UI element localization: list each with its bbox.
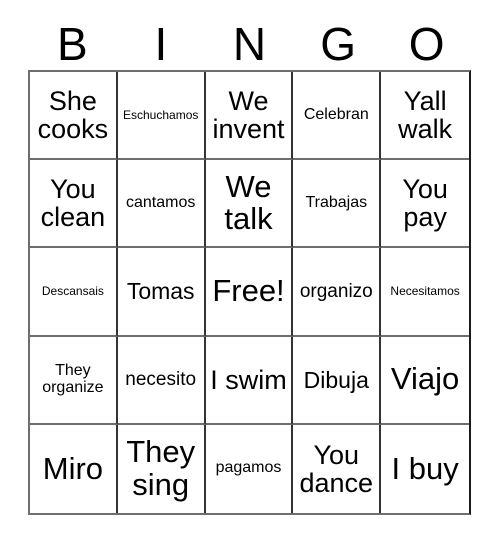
bingo-header-row: B I N G O <box>28 18 471 70</box>
bingo-cell[interactable]: Celebran <box>293 72 382 161</box>
bingo-cell[interactable]: Viajo <box>381 336 469 425</box>
bingo-cell-text: You pay <box>402 173 448 233</box>
bingo-cell[interactable]: necesito <box>117 336 206 425</box>
bingo-card: B I N G O She cooks Eschuchamos We inven… <box>0 0 500 544</box>
bingo-cell-text: We talk <box>224 168 273 237</box>
bingo-cell-text: Tomas <box>126 278 195 305</box>
bingo-cell[interactable]: Eschuchamos <box>117 72 206 161</box>
bingo-cell[interactable]: I buy <box>381 424 469 513</box>
bingo-cell-text: You clean <box>40 173 106 233</box>
header-letter-b: B <box>56 18 88 70</box>
bingo-cell-text: Celebran <box>303 105 369 123</box>
bingo-cell[interactable]: organizo <box>293 248 382 337</box>
bingo-cell[interactable]: cantamos <box>117 160 206 249</box>
bingo-cell[interactable]: I swim <box>205 336 294 425</box>
bingo-cell[interactable]: Descansais <box>30 248 118 337</box>
bingo-cell[interactable]: pagamos <box>205 424 294 513</box>
header-letter-i: I <box>154 18 168 70</box>
bingo-cell[interactable]: Miro <box>30 424 118 513</box>
header-letter-n: N <box>232 18 267 70</box>
bingo-cell-text: necesito <box>125 368 197 390</box>
bingo-cell-text: cantamos <box>126 193 196 211</box>
bingo-cell[interactable]: Tomas <box>117 248 206 337</box>
bingo-cell[interactable]: They organize <box>30 336 118 425</box>
bingo-cell-text: Dibuja <box>303 366 369 393</box>
bingo-cell[interactable]: They sing <box>117 424 206 513</box>
bingo-cell-text: They sing <box>126 434 196 502</box>
bingo-cell[interactable]: Necesitamos <box>381 248 469 337</box>
bingo-cell[interactable]: You pay <box>381 160 469 249</box>
bingo-cell[interactable]: Dibuja <box>293 336 382 425</box>
bingo-cell[interactable]: She cooks <box>30 72 118 161</box>
bingo-cell-text: They organize <box>42 361 104 396</box>
bingo-grid: She cooks Eschuchamos We invent Celebran… <box>28 70 471 515</box>
bingo-cell-text: Trabajas <box>305 193 368 211</box>
bingo-cell-text: You dance <box>299 439 374 498</box>
bingo-cell[interactable]: Yall walk <box>381 72 469 161</box>
bingo-cell-text: I swim <box>210 364 287 395</box>
bingo-cell-text: Descansais <box>41 284 104 299</box>
bingo-cell-text: Miro <box>42 450 104 486</box>
header-letter-o: O <box>408 18 445 70</box>
bingo-cell-text: Viajo <box>390 361 460 397</box>
bingo-cell-text: She cooks <box>37 85 109 145</box>
bingo-cell[interactable]: Trabajas <box>293 160 382 249</box>
bingo-cell-free-space[interactable]: Free! <box>205 248 294 337</box>
header-letter-g: G <box>320 18 356 70</box>
bingo-cell-text: I buy <box>391 450 459 486</box>
bingo-cell-text: pagamos <box>215 459 282 477</box>
bingo-cell-text: organizo <box>299 280 373 302</box>
bingo-cell-text: Necesitamos <box>390 284 460 299</box>
bingo-cell[interactable]: You dance <box>293 424 382 513</box>
bingo-cell[interactable]: We invent <box>205 72 294 161</box>
bingo-cell-text: Free! <box>212 273 285 309</box>
bingo-cell[interactable]: You clean <box>30 160 118 249</box>
bingo-cell-text: We invent <box>212 85 285 145</box>
bingo-cell-text: Yall walk <box>398 85 453 145</box>
bingo-cell[interactable]: We talk <box>205 160 294 249</box>
bingo-cell-text: Eschuchamos <box>123 107 199 122</box>
